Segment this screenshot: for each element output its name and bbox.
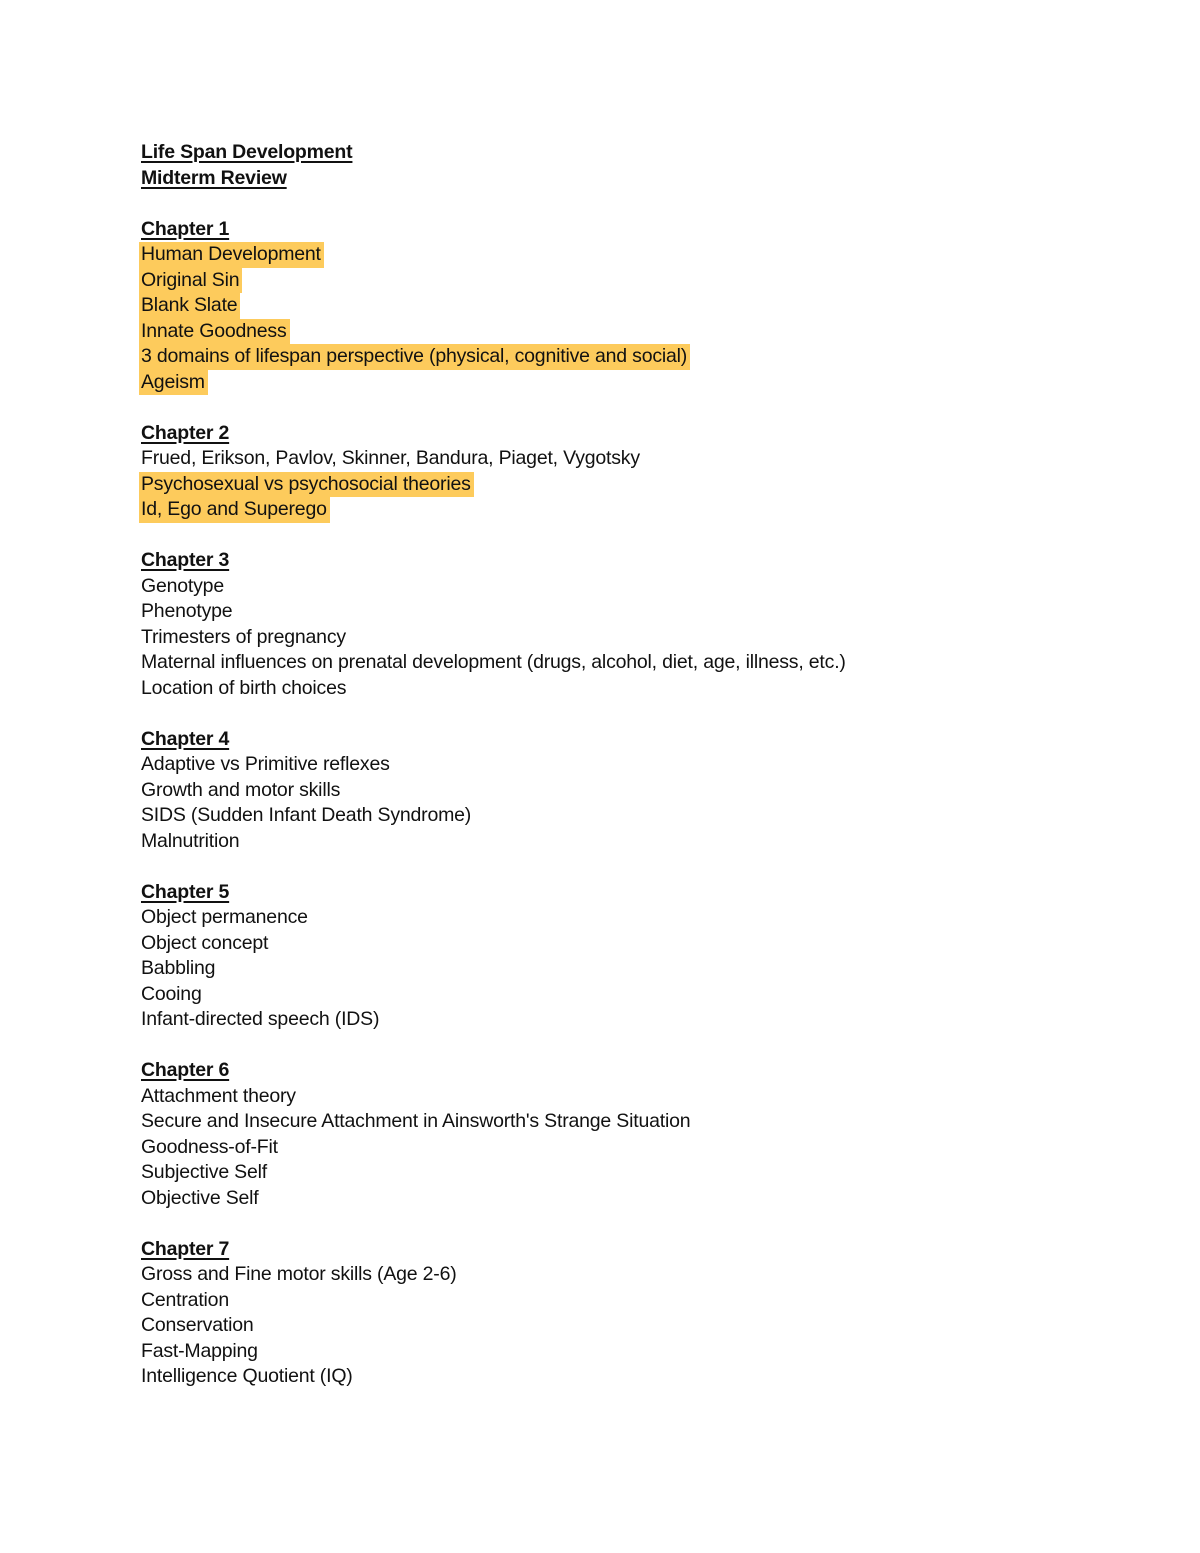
list-item: Objective Self <box>141 1186 846 1212</box>
chapter-list: Chapter 1 Human Development Original Sin Bl… <box>139 217 846 1390</box>
chapter-heading: Chapter 5 <box>141 880 230 903</box>
term: Babbling <box>141 957 216 979</box>
list-item: Secure and Insecure Attachment in Ainswo… <box>141 1109 846 1135</box>
list-item: Subjective Self <box>141 1160 846 1186</box>
list-item: Adaptive vs Primitive reflexes <box>141 752 846 778</box>
list-item: Frued, Erikson, Pavlov, Skinner, Bandura… <box>141 446 846 472</box>
chapter-heading: Chapter 7 <box>141 1237 230 1260</box>
chapter-heading: Chapter 3 <box>141 549 230 571</box>
list-item: Genotype <box>141 574 846 600</box>
list-item: Id, Ego and Superego <box>139 497 846 523</box>
list-item: 3 domains of lifespan perspective (physi… <box>139 344 846 370</box>
highlighted-term: Blank Slate <box>139 293 241 319</box>
list-item: Conservation <box>141 1313 846 1339</box>
list-item: Attachment theory <box>141 1084 846 1110</box>
highlighted-term: Psychosexual vs psychosocial theories <box>139 471 474 497</box>
term: Infant-directed speech (IDS) <box>141 1008 380 1030</box>
highlighted-term: Ageism <box>139 369 208 395</box>
highlighted-term: Innate Goodness <box>139 318 290 344</box>
highlighted-term: Original Sin <box>139 267 243 293</box>
term: Cooing <box>141 982 202 1005</box>
term: Growth and motor skills <box>141 778 341 801</box>
term: Genotype <box>141 574 224 597</box>
term: Intelligence Quotient (IQ) <box>141 1365 353 1387</box>
chapter-section: Chapter 4 Adaptive vs Primitive reflexes G… <box>141 727 846 880</box>
term: Objective Self <box>141 1186 259 1209</box>
chapter-section: Chapter 1 Human Development Original Sin Bl… <box>139 217 846 421</box>
term: Subjective Self <box>141 1161 267 1183</box>
list-item: Growth and motor skills <box>141 778 846 804</box>
term: Conservation <box>141 1314 254 1336</box>
highlighted-term: Id, Ego and Superego <box>139 497 330 523</box>
list-item: Ageism <box>139 369 846 395</box>
list-item: Trimesters of pregnancy <box>141 625 846 651</box>
list-item: Goodness-of-Fit <box>141 1135 846 1161</box>
list-item: Original Sin <box>139 267 846 293</box>
list-item: Infant-directed speech (IDS) <box>141 1007 846 1033</box>
chapter-section: Chapter 6 Attachment theory Secure and Ins… <box>141 1058 846 1237</box>
term: Malnutrition <box>141 829 240 852</box>
chapter-heading: Chapter 1 <box>141 217 230 240</box>
chapter-heading: Chapter 2 <box>141 421 230 444</box>
list-item: Object concept <box>141 931 846 957</box>
term: Trimesters of pregnancy <box>141 625 346 648</box>
highlighted-term: Human Development <box>139 242 324 268</box>
list-item: Location of birth choices <box>141 676 846 702</box>
term: Secure and Insecure Attachment in Ainswo… <box>141 1110 691 1132</box>
term: Object permanence <box>141 906 308 928</box>
term: Object concept <box>141 931 269 954</box>
term: Goodness-of-Fit <box>141 1135 278 1158</box>
list-item: Cooing <box>141 982 846 1008</box>
term: Centration <box>141 1288 229 1311</box>
term: Maternal influences on prenatal developm… <box>141 651 846 673</box>
term: Gross and Fine motor skills (Age 2-6) <box>141 1263 457 1285</box>
chapter-section: Chapter 5 Object permanence Object concept… <box>141 880 846 1059</box>
list-item: Innate Goodness <box>139 318 846 344</box>
highlighted-term: 3 domains of lifespan perspective (physi… <box>139 344 691 370</box>
term: Fast-Mapping <box>141 1339 258 1362</box>
term: Frued, Erikson, Pavlov, Skinner, Bandura… <box>141 447 640 469</box>
list-item: Babbling <box>141 956 846 982</box>
list-item: Human Development <box>139 242 846 268</box>
term: Location of birth choices <box>141 676 347 699</box>
chapter-section: Chapter 3 Genotype Phenotype Trimesters of … <box>141 548 846 727</box>
list-item: SIDS (Sudden Infant Death Syndrome) <box>141 803 846 829</box>
list-item: Malnutrition <box>141 829 846 855</box>
document-page: Life Span Development Midterm Review Cha… <box>139 140 846 1390</box>
list-item: Psychosexual vs psychosocial theories <box>139 471 846 497</box>
list-item: Object permanence <box>141 905 846 931</box>
chapter-heading: Chapter 6 <box>141 1059 230 1081</box>
list-item: Fast-Mapping <box>141 1339 846 1365</box>
list-item: Centration <box>141 1288 846 1314</box>
term: Phenotype <box>141 600 233 622</box>
list-item: Gross and Fine motor skills (Age 2-6) <box>141 1262 846 1288</box>
term: Attachment theory <box>141 1084 296 1107</box>
term: SIDS (Sudden Infant Death Syndrome) <box>141 804 472 826</box>
chapter-section: Chapter 2 Frued, Erikson, Pavlov, Skinner… <box>139 421 846 549</box>
chapter-section: Chapter 7 Gross and Fine motor skills (Ag… <box>141 1237 846 1390</box>
list-item: Maternal influences on prenatal developm… <box>141 650 846 676</box>
document-subtitle: Midterm Review <box>141 166 287 189</box>
term: Adaptive vs Primitive reflexes <box>141 753 390 775</box>
list-item: Intelligence Quotient (IQ) <box>141 1364 846 1390</box>
document-title: Life Span Development <box>141 141 353 163</box>
list-item: Phenotype <box>141 599 846 625</box>
chapter-heading: Chapter 4 <box>141 727 230 750</box>
list-item: Blank Slate <box>139 293 846 319</box>
